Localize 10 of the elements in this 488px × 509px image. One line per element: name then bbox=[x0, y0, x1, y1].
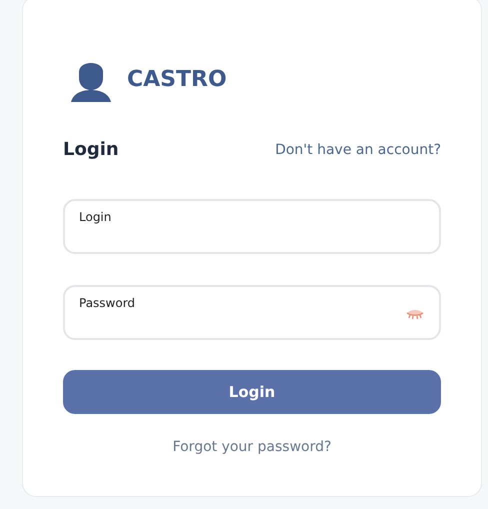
brand-name: CASTRO bbox=[127, 66, 227, 92]
signup-link[interactable]: Don't have an account? bbox=[275, 142, 441, 158]
input-field[interactable]: Login bbox=[63, 199, 441, 254]
input-field[interactable]: Password bbox=[63, 285, 441, 340]
closed-eye-icon[interactable] bbox=[405, 309, 425, 321]
login-button[interactable]: Login bbox=[63, 370, 441, 414]
field-label: Login bbox=[79, 210, 112, 224]
field-label: Password bbox=[79, 296, 136, 310]
form-title: Login bbox=[63, 139, 119, 160]
forgot-password-link[interactable]: Forgot your password? bbox=[172, 439, 332, 455]
